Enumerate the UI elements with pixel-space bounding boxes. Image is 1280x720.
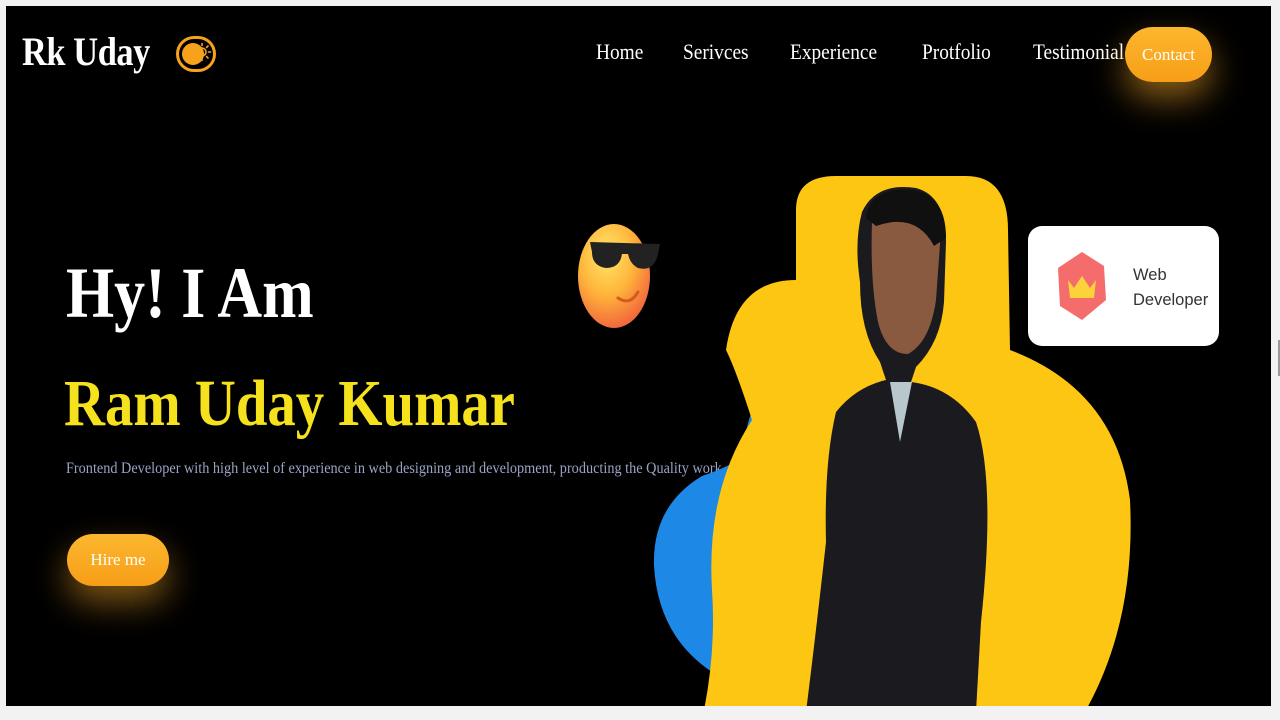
nav-portfolio[interactable]: Protfolio [922, 39, 991, 65]
hero-name: Ram Uday Kumar [64, 367, 515, 440]
hero-tagline: Frontend Developer with high level of ex… [66, 460, 722, 477]
contact-button[interactable]: Contact [1125, 27, 1212, 82]
crown-icon [1058, 252, 1106, 320]
badge-line-2: Developer [1133, 291, 1209, 309]
sun-icon [192, 42, 212, 62]
nav-services[interactable]: Serivces [683, 39, 749, 65]
page-frame: Rk Uday Home Serivces Experience Protfol… [6, 6, 1271, 706]
hire-me-button[interactable]: Hire me [67, 534, 169, 586]
site-logo[interactable]: Rk Uday [22, 28, 150, 75]
role-badge-card: Web Developer [1028, 226, 1219, 346]
nav-testimonial[interactable]: Testimonial [1033, 39, 1124, 65]
hero-greeting: Hy! I Am [66, 253, 314, 333]
badge-line-1: Web [1133, 266, 1167, 284]
nav-home[interactable]: Home [596, 39, 643, 65]
profile-photo [806, 187, 988, 706]
main-nav: Home Serivces Experience Protfolio Testi… [596, 39, 1170, 65]
sunglasses-emoji-icon [578, 224, 660, 328]
nav-experience[interactable]: Experience [790, 39, 877, 65]
badge-text: Web Developer [1133, 263, 1208, 313]
theme-toggle[interactable] [176, 36, 216, 72]
